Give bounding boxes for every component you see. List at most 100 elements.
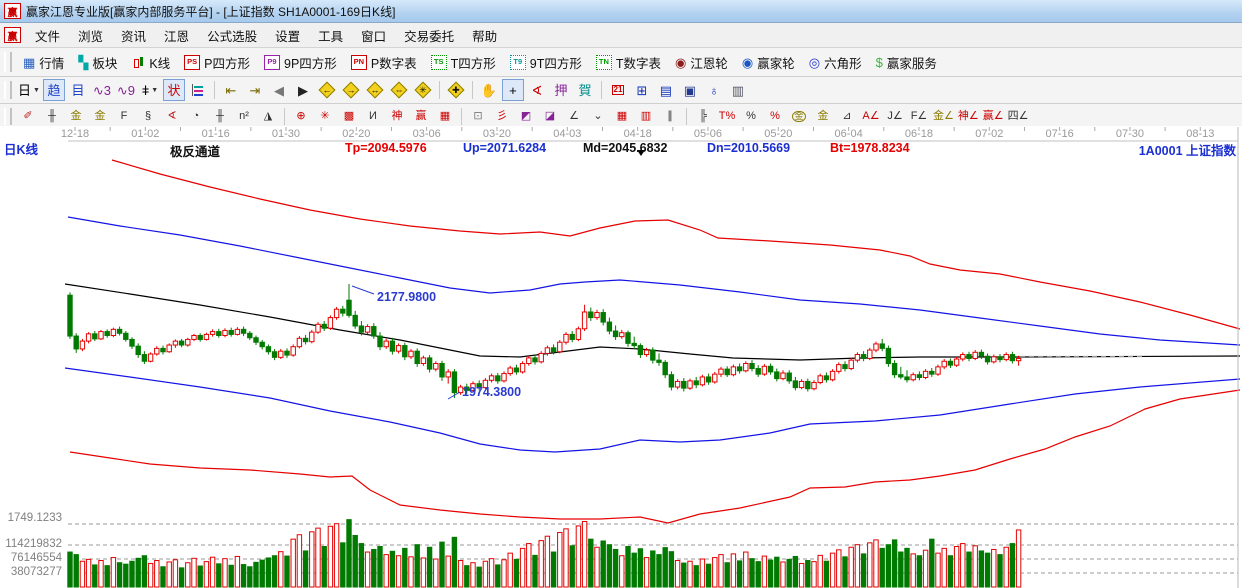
brush-angle-button[interactable]: ⊿ bbox=[836, 106, 858, 128]
fib-grid-button[interactable]: F bbox=[113, 106, 135, 128]
calendar-button[interactable]: 21 bbox=[607, 79, 629, 101]
gold-line-button[interactable]: 金 bbox=[812, 106, 834, 128]
four-angle-button[interactable]: 四∠ bbox=[1007, 106, 1030, 128]
zigzag-button[interactable]: ⌄ bbox=[587, 106, 609, 128]
ying-grid-button[interactable]: 赢 bbox=[410, 106, 432, 128]
toolbar-button-T数字表[interactable]: TNT数字表 bbox=[590, 51, 667, 74]
crosshair-button[interactable]: + bbox=[502, 79, 524, 101]
toolbar-button-赢家服务[interactable]: $赢家服务 bbox=[870, 51, 943, 74]
list-button[interactable]: 目 bbox=[67, 79, 89, 101]
gold-circle-button[interactable]: 金 bbox=[788, 106, 810, 128]
calculator-button[interactable]: ⊞ bbox=[631, 79, 653, 101]
red-grid-1-button[interactable]: ▦ bbox=[611, 106, 633, 128]
gann-box-button[interactable]: ▩ bbox=[338, 106, 360, 128]
toolbar-button-行情[interactable]: ▦行情 bbox=[17, 51, 70, 74]
rect-tool-button[interactable]: ⊡ bbox=[467, 106, 489, 128]
spiral-button[interactable]: § bbox=[137, 106, 159, 128]
toolbar-button-9P四方形[interactable]: P99P四方形 bbox=[258, 51, 343, 74]
menu-item-3[interactable]: 江恩 bbox=[155, 24, 198, 47]
expand-button[interactable]: ⇔ bbox=[388, 79, 410, 101]
zoom-left-button[interactable]: ← bbox=[316, 79, 338, 101]
menu-item-8[interactable]: 交易委托 bbox=[395, 24, 463, 47]
last-bar-button[interactable]: ⇥ bbox=[244, 79, 266, 101]
toolbar-button-赢家轮[interactable]: ◉赢家轮 bbox=[736, 51, 801, 74]
menu-item-1[interactable]: 浏览 bbox=[69, 24, 112, 47]
toolbar-button-K线[interactable]: K线 bbox=[125, 51, 176, 74]
time-clock-button[interactable]: ◔ bbox=[185, 106, 207, 128]
box-fan-2-button[interactable]: ◪ bbox=[539, 106, 561, 128]
menu-item-5[interactable]: 设置 bbox=[266, 24, 309, 47]
toolbar-button-P数字表[interactable]: PNP数字表 bbox=[345, 51, 423, 74]
pan-hand-button[interactable]: ✋ bbox=[478, 79, 500, 101]
n-square-button[interactable]: n² bbox=[233, 106, 255, 128]
menu-item-0[interactable]: 文件 bbox=[26, 24, 69, 47]
toolbar-button-江恩轮[interactable]: ◉江恩轮 bbox=[669, 51, 734, 74]
box-fan-1-button[interactable]: ◩ bbox=[515, 106, 537, 128]
list-icon: 目 bbox=[71, 84, 84, 97]
wave-mark-button[interactable]: И bbox=[362, 106, 384, 128]
kline-chart-canvas[interactable]: 12-1801-0201-1601-3002-2003-0603-2004-03… bbox=[0, 126, 1242, 588]
a-angle-button[interactable]: A∠ bbox=[860, 106, 882, 128]
percent-line-button[interactable]: % bbox=[764, 106, 786, 128]
toolbar-grip[interactable] bbox=[4, 52, 12, 72]
ray-fan-button[interactable]: 彡 bbox=[491, 106, 513, 128]
toolbar-grip[interactable] bbox=[4, 108, 12, 126]
menu-item-6[interactable]: 工具 bbox=[309, 24, 352, 47]
draw-pen-button[interactable]: ✐ bbox=[17, 106, 39, 128]
web-export-button[interactable]: ♁ bbox=[703, 79, 725, 101]
pattern-button[interactable]: 状 bbox=[163, 79, 185, 101]
stamp-2-button[interactable]: 賀 bbox=[574, 79, 596, 101]
shen-grid-button[interactable]: 神 bbox=[386, 106, 408, 128]
toolbar-button-P四方形[interactable]: PSP四方形 bbox=[178, 51, 256, 74]
menu-item-7[interactable]: 窗口 bbox=[352, 24, 395, 47]
toolbar-button-板块[interactable]: ▚板块 bbox=[72, 51, 123, 74]
number-grid-button[interactable]: ▦ bbox=[434, 106, 456, 128]
menu-item-2[interactable]: 资讯 bbox=[112, 24, 155, 47]
workstation-button[interactable]: ▥ bbox=[727, 79, 749, 101]
wave-3-button[interactable]: ∿3 bbox=[91, 79, 113, 101]
parallel-lines-button[interactable]: ∥ bbox=[659, 106, 681, 128]
save-button[interactable]: ▣ bbox=[679, 79, 701, 101]
toolbar-button-T四方形[interactable]: TST四方形 bbox=[425, 51, 502, 74]
prev-bar-button[interactable]: ◀ bbox=[268, 79, 290, 101]
zoom-right-button[interactable]: → bbox=[340, 79, 362, 101]
gann-target-button[interactable]: ⊕ bbox=[290, 106, 312, 128]
zoom-both-button[interactable]: ↔ bbox=[364, 79, 386, 101]
split-line-button[interactable]: ◮ bbox=[257, 106, 279, 128]
menu-item-9[interactable]: 帮助 bbox=[463, 24, 506, 47]
ying-angle-button[interactable]: 赢∠ bbox=[982, 106, 1005, 128]
center-button[interactable]: ✚ bbox=[445, 79, 467, 101]
gold-angle-button[interactable]: 金∠ bbox=[932, 106, 955, 128]
menu-item-4[interactable]: 公式选股 bbox=[198, 24, 266, 47]
angle-red-button[interactable]: ∢ bbox=[161, 106, 183, 128]
toolbar-button-9T四方形[interactable]: T99T四方形 bbox=[504, 51, 588, 74]
angle-measure-button[interactable]: ∢ bbox=[526, 79, 548, 101]
trend-angle-button[interactable]: ∠ bbox=[563, 106, 585, 128]
notes-button[interactable]: ▤ bbox=[655, 79, 677, 101]
first-bar-button[interactable]: ⇤ bbox=[220, 79, 242, 101]
period-day-button[interactable]: 日▼ bbox=[17, 79, 41, 101]
scale-tool-button[interactable]: ╠ bbox=[692, 106, 714, 128]
candle-style-button[interactable]: ǂ▼ bbox=[139, 79, 161, 101]
chart-area[interactable]: 12-1801-0201-1601-3002-2003-0603-2004-03… bbox=[0, 126, 1242, 588]
ruler-2-button[interactable]: ╫ bbox=[209, 106, 231, 128]
j-angle-button[interactable]: J∠ bbox=[884, 106, 906, 128]
f-angle-button[interactable]: F∠ bbox=[908, 106, 930, 128]
compress-button[interactable]: ✳ bbox=[412, 79, 434, 101]
toolbar-button-六角形[interactable]: ◎六角形 bbox=[803, 51, 868, 74]
percent-button[interactable]: % bbox=[740, 106, 762, 128]
title-bar[interactable]: 赢 赢家江恩专业版[赢家内部服务平台] - [上证指数 SH1A0001-169… bbox=[0, 0, 1242, 23]
next-bar-button[interactable]: ▶ bbox=[292, 79, 314, 101]
trend-button[interactable]: 趋 bbox=[43, 79, 65, 101]
time-ruler-button[interactable]: ╫ bbox=[41, 106, 63, 128]
stamp-1-button[interactable]: 押 bbox=[550, 79, 572, 101]
distribution-button[interactable] bbox=[187, 79, 209, 101]
t-percent-button[interactable]: T% bbox=[716, 106, 738, 128]
gold-grid-1-button[interactable]: 金 bbox=[65, 106, 87, 128]
gold-grid-2-button[interactable]: 金 bbox=[89, 106, 111, 128]
gann-web-button[interactable]: ✳ bbox=[314, 106, 336, 128]
red-grid-2-button[interactable]: ▥ bbox=[635, 106, 657, 128]
toolbar-grip[interactable] bbox=[4, 81, 12, 99]
wave-9-button[interactable]: ∿9 bbox=[115, 79, 137, 101]
shen-angle-button[interactable]: 神∠ bbox=[957, 106, 980, 128]
